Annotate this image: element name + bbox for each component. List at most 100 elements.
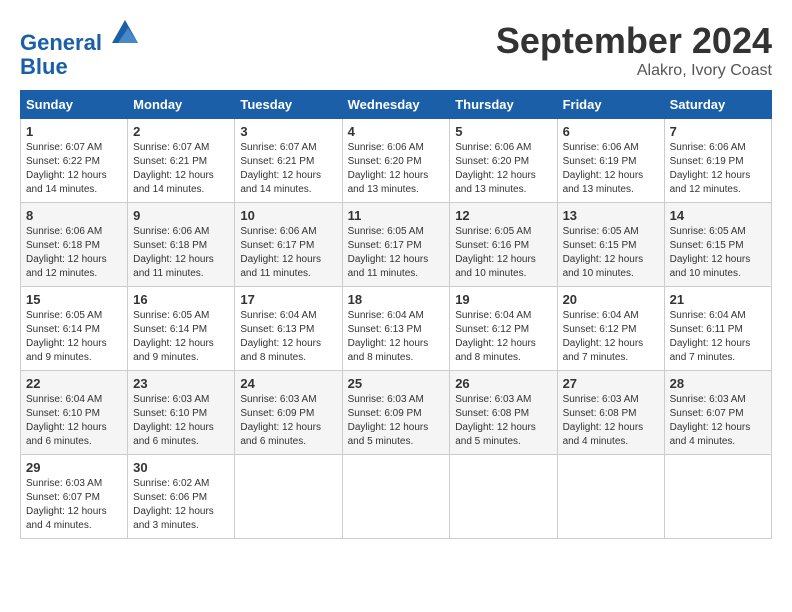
calendar-day-cell: 9 Sunrise: 6:06 AM Sunset: 6:18 PM Dayli… bbox=[128, 203, 235, 287]
day-number: 19 bbox=[455, 292, 551, 307]
calendar-day-cell: 16 Sunrise: 6:05 AM Sunset: 6:14 PM Dayl… bbox=[128, 287, 235, 371]
calendar-day-cell: 30 Sunrise: 6:02 AM Sunset: 6:06 PM Dayl… bbox=[128, 455, 235, 539]
day-number: 24 bbox=[240, 376, 336, 391]
day-number: 11 bbox=[348, 208, 445, 223]
calendar-week-row: 1 Sunrise: 6:07 AM Sunset: 6:22 PM Dayli… bbox=[21, 119, 772, 203]
day-number: 9 bbox=[133, 208, 229, 223]
calendar-week-row: 8 Sunrise: 6:06 AM Sunset: 6:18 PM Dayli… bbox=[21, 203, 772, 287]
day-number: 10 bbox=[240, 208, 336, 223]
day-info: Sunrise: 6:03 AM Sunset: 6:09 PM Dayligh… bbox=[240, 393, 336, 449]
day-number: 23 bbox=[133, 376, 229, 391]
day-info: Sunrise: 6:07 AM Sunset: 6:21 PM Dayligh… bbox=[240, 141, 336, 197]
calendar-day-cell: 29 Sunrise: 6:03 AM Sunset: 6:07 PM Dayl… bbox=[21, 455, 128, 539]
calendar-day-cell: 25 Sunrise: 6:03 AM Sunset: 6:09 PM Dayl… bbox=[342, 371, 450, 455]
calendar-day-cell: 22 Sunrise: 6:04 AM Sunset: 6:10 PM Dayl… bbox=[21, 371, 128, 455]
calendar-day-cell: 8 Sunrise: 6:06 AM Sunset: 6:18 PM Dayli… bbox=[21, 203, 128, 287]
calendar-day-cell: 24 Sunrise: 6:03 AM Sunset: 6:09 PM Dayl… bbox=[235, 371, 342, 455]
calendar-week-row: 15 Sunrise: 6:05 AM Sunset: 6:14 PM Dayl… bbox=[21, 287, 772, 371]
calendar-day-cell: 23 Sunrise: 6:03 AM Sunset: 6:10 PM Dayl… bbox=[128, 371, 235, 455]
logo-icon bbox=[110, 18, 140, 48]
day-info: Sunrise: 6:05 AM Sunset: 6:15 PM Dayligh… bbox=[670, 225, 766, 281]
calendar-day-cell: 3 Sunrise: 6:07 AM Sunset: 6:21 PM Dayli… bbox=[235, 119, 342, 203]
day-info: Sunrise: 6:04 AM Sunset: 6:10 PM Dayligh… bbox=[26, 393, 122, 449]
day-info: Sunrise: 6:05 AM Sunset: 6:14 PM Dayligh… bbox=[26, 309, 122, 365]
page-header: General Blue September 2024 Alakro, Ivor… bbox=[20, 20, 772, 80]
day-info: Sunrise: 6:03 AM Sunset: 6:10 PM Dayligh… bbox=[133, 393, 229, 449]
day-number: 29 bbox=[26, 460, 122, 475]
weekday-header: Sunday bbox=[21, 91, 128, 119]
day-info: Sunrise: 6:06 AM Sunset: 6:20 PM Dayligh… bbox=[455, 141, 551, 197]
day-info: Sunrise: 6:05 AM Sunset: 6:17 PM Dayligh… bbox=[348, 225, 445, 281]
day-info: Sunrise: 6:04 AM Sunset: 6:11 PM Dayligh… bbox=[670, 309, 766, 365]
day-info: Sunrise: 6:06 AM Sunset: 6:18 PM Dayligh… bbox=[26, 225, 122, 281]
day-number: 28 bbox=[670, 376, 766, 391]
calendar-day-cell: 21 Sunrise: 6:04 AM Sunset: 6:11 PM Dayl… bbox=[664, 287, 771, 371]
calendar-day-cell: 13 Sunrise: 6:05 AM Sunset: 6:15 PM Dayl… bbox=[557, 203, 664, 287]
title-section: September 2024 Alakro, Ivory Coast bbox=[496, 20, 772, 80]
day-number: 16 bbox=[133, 292, 229, 307]
day-number: 30 bbox=[133, 460, 229, 475]
calendar-day-cell: 10 Sunrise: 6:06 AM Sunset: 6:17 PM Dayl… bbox=[235, 203, 342, 287]
day-info: Sunrise: 6:03 AM Sunset: 6:07 PM Dayligh… bbox=[26, 477, 122, 533]
calendar-day-cell: 14 Sunrise: 6:05 AM Sunset: 6:15 PM Dayl… bbox=[664, 203, 771, 287]
day-number: 4 bbox=[348, 124, 445, 139]
calendar-day-cell: 4 Sunrise: 6:06 AM Sunset: 6:20 PM Dayli… bbox=[342, 119, 450, 203]
calendar-day-cell: 5 Sunrise: 6:06 AM Sunset: 6:20 PM Dayli… bbox=[450, 119, 557, 203]
calendar-table: SundayMondayTuesdayWednesdayThursdayFrid… bbox=[20, 90, 772, 539]
calendar-day-cell bbox=[664, 455, 771, 539]
day-info: Sunrise: 6:04 AM Sunset: 6:12 PM Dayligh… bbox=[563, 309, 659, 365]
calendar-day-cell bbox=[557, 455, 664, 539]
calendar-day-cell: 17 Sunrise: 6:04 AM Sunset: 6:13 PM Dayl… bbox=[235, 287, 342, 371]
day-number: 12 bbox=[455, 208, 551, 223]
day-info: Sunrise: 6:04 AM Sunset: 6:12 PM Dayligh… bbox=[455, 309, 551, 365]
day-info: Sunrise: 6:06 AM Sunset: 6:19 PM Dayligh… bbox=[670, 141, 766, 197]
day-number: 7 bbox=[670, 124, 766, 139]
day-number: 27 bbox=[563, 376, 659, 391]
day-info: Sunrise: 6:05 AM Sunset: 6:14 PM Dayligh… bbox=[133, 309, 229, 365]
day-number: 17 bbox=[240, 292, 336, 307]
day-number: 25 bbox=[348, 376, 445, 391]
day-number: 13 bbox=[563, 208, 659, 223]
calendar-day-cell bbox=[450, 455, 557, 539]
weekday-header: Tuesday bbox=[235, 91, 342, 119]
day-number: 22 bbox=[26, 376, 122, 391]
calendar-day-cell bbox=[342, 455, 450, 539]
calendar-day-cell: 6 Sunrise: 6:06 AM Sunset: 6:19 PM Dayli… bbox=[557, 119, 664, 203]
calendar-day-cell: 19 Sunrise: 6:04 AM Sunset: 6:12 PM Dayl… bbox=[450, 287, 557, 371]
calendar-day-cell: 27 Sunrise: 6:03 AM Sunset: 6:08 PM Dayl… bbox=[557, 371, 664, 455]
calendar-day-cell: 20 Sunrise: 6:04 AM Sunset: 6:12 PM Dayl… bbox=[557, 287, 664, 371]
logo-text-blue: Blue bbox=[20, 55, 140, 79]
day-info: Sunrise: 6:03 AM Sunset: 6:08 PM Dayligh… bbox=[563, 393, 659, 449]
day-number: 2 bbox=[133, 124, 229, 139]
day-number: 6 bbox=[563, 124, 659, 139]
calendar-day-cell: 2 Sunrise: 6:07 AM Sunset: 6:21 PM Dayli… bbox=[128, 119, 235, 203]
day-info: Sunrise: 6:06 AM Sunset: 6:20 PM Dayligh… bbox=[348, 141, 445, 197]
weekday-header: Friday bbox=[557, 91, 664, 119]
day-number: 14 bbox=[670, 208, 766, 223]
calendar-week-row: 22 Sunrise: 6:04 AM Sunset: 6:10 PM Dayl… bbox=[21, 371, 772, 455]
day-info: Sunrise: 6:02 AM Sunset: 6:06 PM Dayligh… bbox=[133, 477, 229, 533]
day-number: 3 bbox=[240, 124, 336, 139]
calendar-day-cell: 11 Sunrise: 6:05 AM Sunset: 6:17 PM Dayl… bbox=[342, 203, 450, 287]
calendar-day-cell: 1 Sunrise: 6:07 AM Sunset: 6:22 PM Dayli… bbox=[21, 119, 128, 203]
day-info: Sunrise: 6:06 AM Sunset: 6:17 PM Dayligh… bbox=[240, 225, 336, 281]
day-number: 5 bbox=[455, 124, 551, 139]
calendar-day-cell: 26 Sunrise: 6:03 AM Sunset: 6:08 PM Dayl… bbox=[450, 371, 557, 455]
calendar-header-row: SundayMondayTuesdayWednesdayThursdayFrid… bbox=[21, 91, 772, 119]
day-info: Sunrise: 6:07 AM Sunset: 6:21 PM Dayligh… bbox=[133, 141, 229, 197]
location-title: Alakro, Ivory Coast bbox=[496, 62, 772, 80]
day-info: Sunrise: 6:03 AM Sunset: 6:08 PM Dayligh… bbox=[455, 393, 551, 449]
logo-text: General bbox=[20, 20, 140, 55]
calendar-day-cell: 28 Sunrise: 6:03 AM Sunset: 6:07 PM Dayl… bbox=[664, 371, 771, 455]
weekday-header: Monday bbox=[128, 91, 235, 119]
logo: General Blue bbox=[20, 20, 140, 79]
weekday-header: Saturday bbox=[664, 91, 771, 119]
month-title: September 2024 bbox=[496, 20, 772, 62]
day-number: 8 bbox=[26, 208, 122, 223]
day-info: Sunrise: 6:06 AM Sunset: 6:18 PM Dayligh… bbox=[133, 225, 229, 281]
calendar-day-cell: 12 Sunrise: 6:05 AM Sunset: 6:16 PM Dayl… bbox=[450, 203, 557, 287]
calendar-week-row: 29 Sunrise: 6:03 AM Sunset: 6:07 PM Dayl… bbox=[21, 455, 772, 539]
calendar-day-cell bbox=[235, 455, 342, 539]
day-info: Sunrise: 6:03 AM Sunset: 6:07 PM Dayligh… bbox=[670, 393, 766, 449]
day-info: Sunrise: 6:05 AM Sunset: 6:16 PM Dayligh… bbox=[455, 225, 551, 281]
